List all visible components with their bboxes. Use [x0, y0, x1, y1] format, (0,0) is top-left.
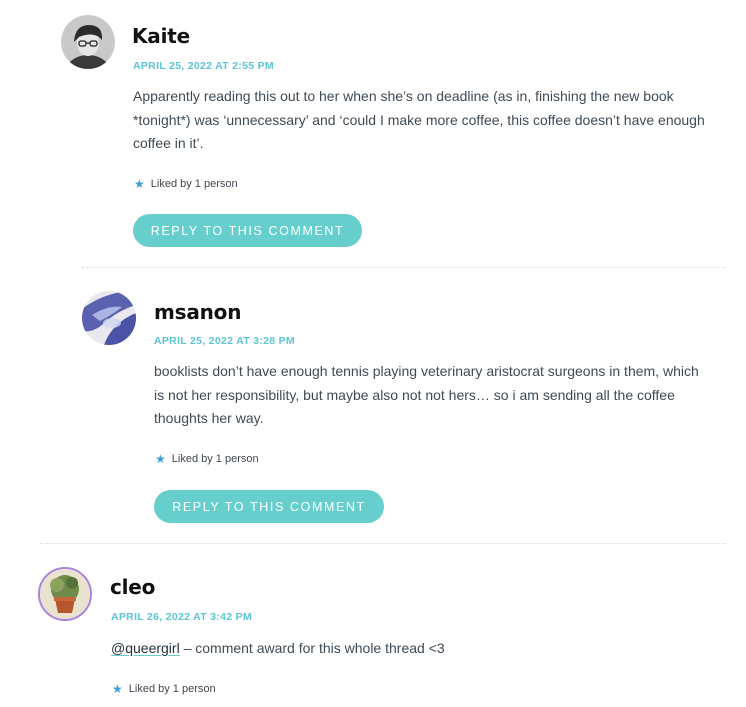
comment-body-line: Apparently reading this out to her when …: [133, 88, 674, 104]
comment-date-link[interactable]: APRIL 25, 2022 AT 3:28 PM: [154, 335, 295, 347]
comment-divider: [40, 543, 726, 544]
likes-text: Liked by 1 person: [171, 453, 259, 465]
avatar-cleo[interactable]: [38, 567, 92, 621]
avatar-kaite[interactable]: [61, 15, 115, 69]
comment-date-link[interactable]: APRIL 26, 2022 AT 3:42 PM: [111, 611, 252, 623]
comment-author[interactable]: msanon: [154, 300, 241, 324]
comment-body-text: – comment award for this whole thread <3: [179, 640, 445, 656]
reply-button[interactable]: REPLY TO THIS COMMENT: [154, 490, 384, 523]
comment-body: booklists don’t have enough tennis playi…: [154, 360, 734, 431]
comment-cleo: cleo APRIL 26, 2022 AT 3:42 PM @queergir…: [0, 545, 746, 707]
comment-body-line: *tonight*) was ‘unnecessary’ and ‘could …: [133, 111, 705, 128]
likes-row[interactable]: ★ Liked by 1 person: [155, 453, 259, 465]
comment-body-line: is not her responsibility, but maybe als…: [154, 386, 675, 403]
reply-button[interactable]: REPLY TO THIS COMMENT: [133, 214, 362, 247]
star-icon: ★: [112, 682, 123, 696]
comment-kaite: Kaite APRIL 25, 2022 AT 2:55 PM Apparent…: [0, 0, 746, 260]
star-icon: ★: [155, 452, 166, 466]
likes-text: Liked by 1 person: [150, 178, 238, 190]
user-mention-link[interactable]: @queergirl: [111, 640, 180, 656]
likes-text: Liked by 1 person: [128, 683, 216, 695]
comment-divider: [82, 267, 726, 268]
comment-body: Apparently reading this out to her when …: [133, 85, 733, 156]
comment-author[interactable]: cleo: [110, 575, 155, 599]
comment-msanon: msanon APRIL 25, 2022 AT 3:28 PM booklis…: [0, 270, 746, 535]
likes-row[interactable]: ★ Liked by 1 person: [134, 178, 238, 190]
comment-body: @queergirl – comment award for this whol…: [111, 637, 711, 661]
likes-row[interactable]: ★ Liked by 1 person: [112, 683, 216, 695]
comment-body-line: booklists don’t have enough tennis playi…: [154, 363, 699, 379]
comment-body-line: coffee in it’.: [133, 135, 204, 151]
comment-date-link[interactable]: APRIL 25, 2022 AT 2:55 PM: [133, 60, 274, 72]
avatar-msanon[interactable]: [82, 291, 136, 345]
star-icon: ★: [134, 177, 145, 191]
comment-body-line: thoughts her way.: [154, 410, 264, 426]
comment-author[interactable]: Kaite: [132, 24, 190, 48]
